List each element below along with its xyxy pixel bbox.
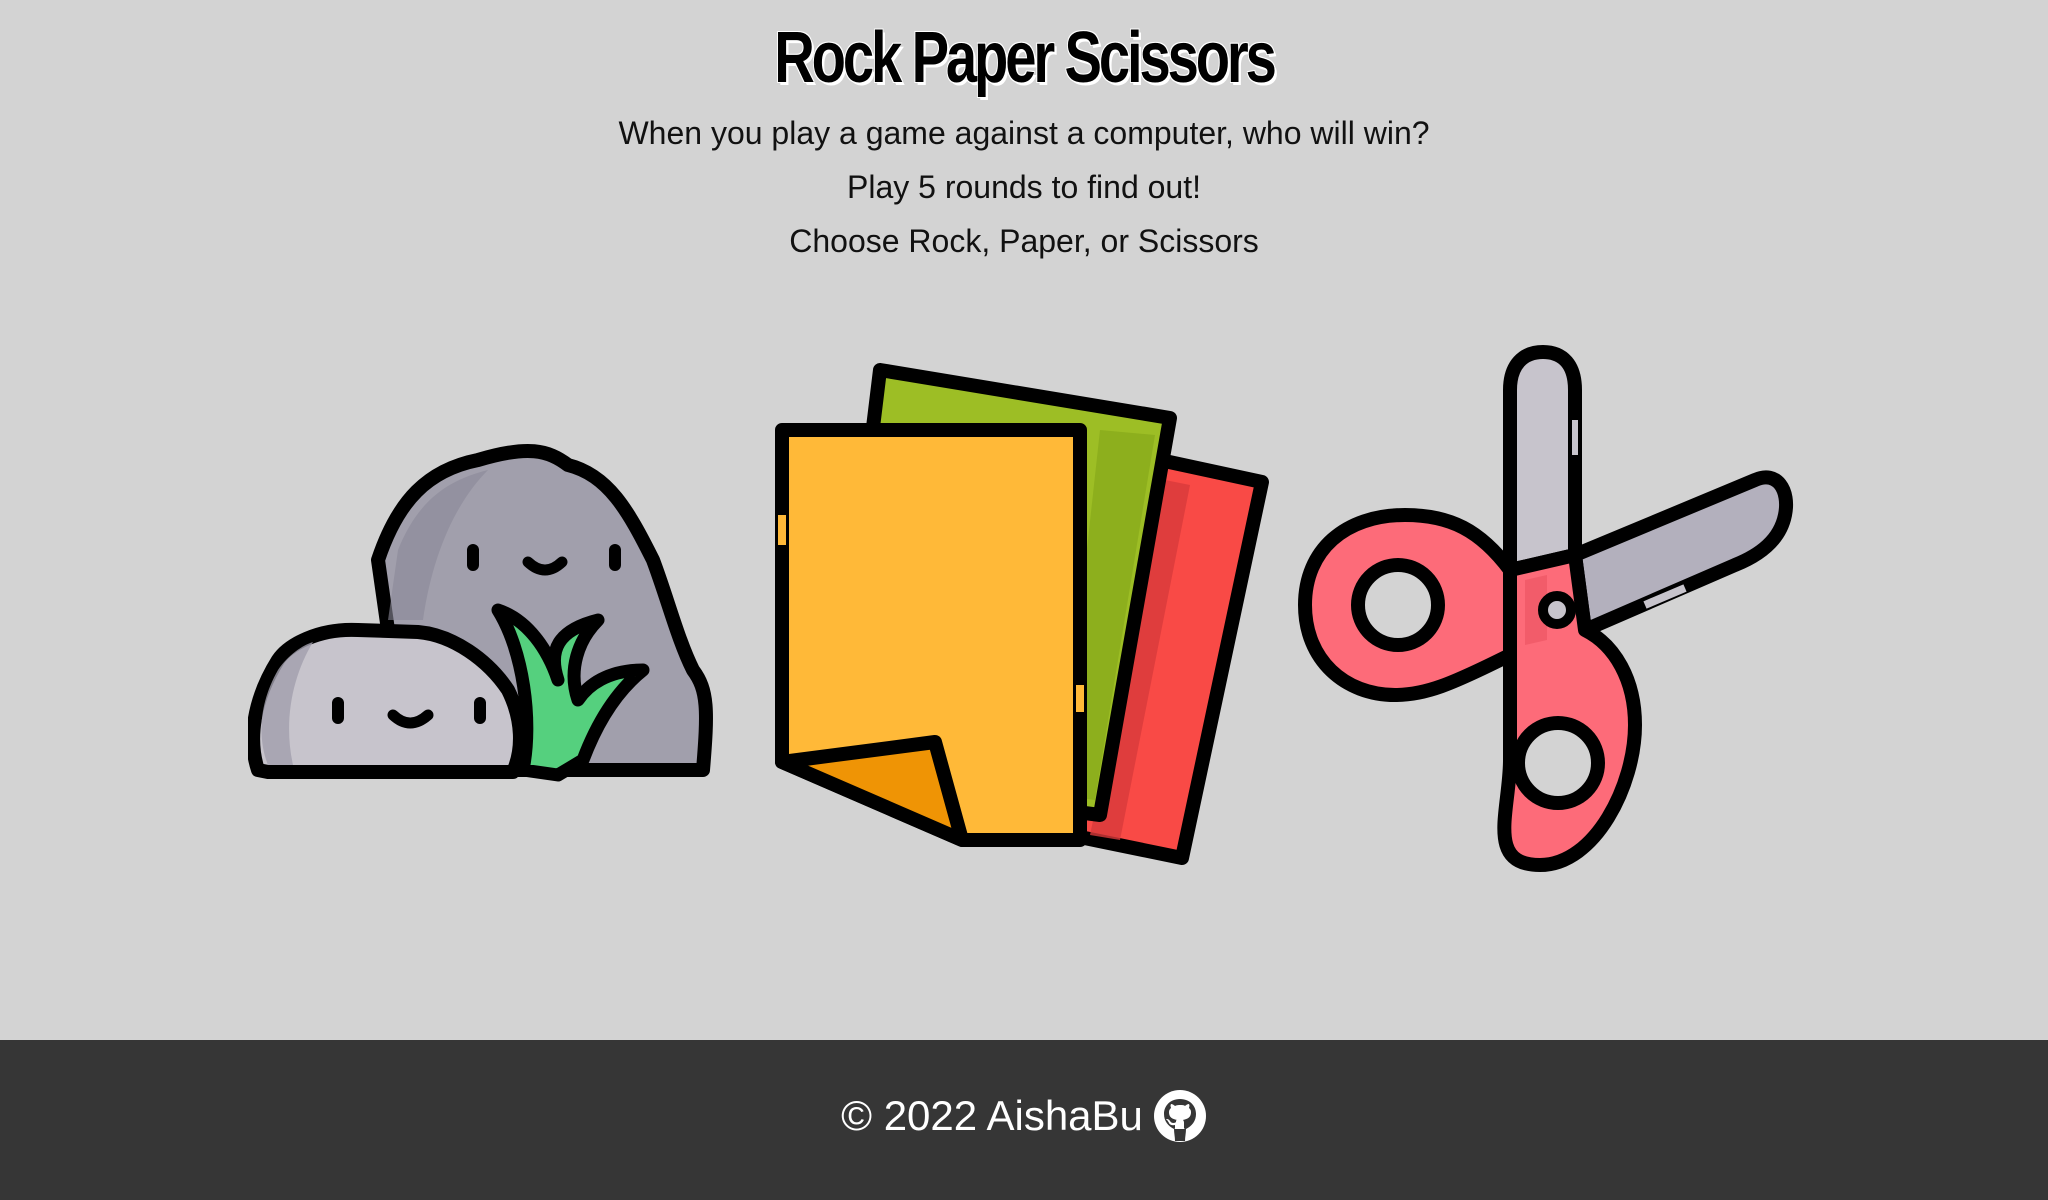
paper-icon	[775, 363, 1269, 865]
rounds-text: Play 5 rounds to find out!	[847, 169, 1201, 205]
intro-text: When you play a game against a computer,…	[618, 115, 1430, 151]
footer: © 2022 AishaBu	[0, 1040, 2048, 1200]
github-icon	[1153, 1090, 1206, 1142]
github-link[interactable]	[1153, 1089, 1207, 1143]
rock-button[interactable]	[248, 420, 768, 800]
choose-prompt: Choose Rock, Paper, or Scissors	[789, 223, 1259, 259]
rock-icon	[248, 443, 713, 782]
paper-button[interactable]	[770, 340, 1280, 880]
scissors-icon	[1298, 345, 1794, 872]
page-title: Rock Paper Scissors	[774, 18, 1277, 98]
scissors-button[interactable]	[1285, 340, 1795, 880]
footer-content: © 2022 AishaBu	[0, 1088, 2048, 1144]
choice-buttons	[0, 340, 2048, 900]
copyright-text: © 2022 AishaBu	[841, 1092, 1143, 1139]
